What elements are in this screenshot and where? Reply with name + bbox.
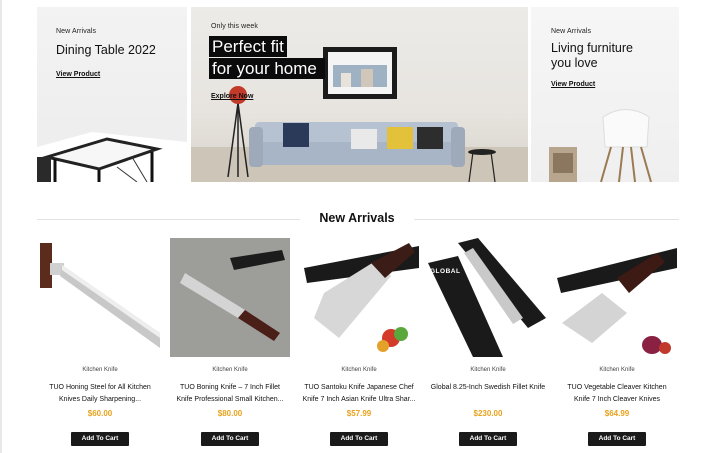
page-left-border: [0, 0, 2, 453]
section-divider-left: [37, 219, 300, 220]
banner-title-line1: Perfect fit: [209, 36, 287, 57]
product-category: Kitchen Knife: [341, 367, 377, 373]
product-category: Kitchen Knife: [212, 367, 248, 373]
product-name[interactable]: TUO Santoku Knife Japanese Chef Knife 7 …: [301, 382, 417, 406]
product-image[interactable]: [299, 238, 419, 357]
product-category: Kitchen Knife: [82, 367, 118, 373]
chair-image: [549, 109, 652, 182]
product-image[interactable]: [170, 238, 290, 357]
explore-now-link[interactable]: Explore Now: [211, 93, 253, 100]
product-price: $60.00: [87, 409, 113, 418]
add-to-cart-button[interactable]: Add To Cart: [201, 432, 259, 446]
add-to-cart-button[interactable]: Add To Cart: [330, 432, 388, 446]
section-title: New Arrivals: [319, 211, 395, 225]
product-image[interactable]: [557, 238, 677, 357]
product-price: $230.00: [473, 409, 503, 418]
product-card[interactable]: Kitchen Knife TUO Vegetable Cleaver Kitc…: [557, 238, 677, 450]
global-brand-text: GLOBAL: [430, 268, 461, 275]
banner-dining-table[interactable]: New Arrivals Dining Table 2022 View Prod…: [37, 7, 187, 182]
product-category: Kitchen Knife: [599, 367, 635, 373]
product-price: $57.99: [346, 409, 372, 418]
product-price: $64.99: [604, 409, 630, 418]
product-card[interactable]: GLOBAL Kitchen Knife Global 8.25-Inch Sw…: [428, 238, 548, 450]
banner-perfect-fit[interactable]: Only this week Perfect fit for your home…: [191, 7, 528, 182]
product-card[interactable]: Kitchen Knife TUO Santoku Knife Japanese…: [299, 238, 419, 450]
product-price: $80.00: [217, 409, 243, 418]
product-card[interactable]: Kitchen Knife TUO Honing Steel for All K…: [40, 238, 160, 450]
banner-kicker: Only this week: [211, 23, 258, 30]
product-card[interactable]: Kitchen Knife TUO Boning Knife – 7 Inch …: [170, 238, 290, 450]
product-category: Kitchen Knife: [470, 367, 506, 373]
product-name[interactable]: Global 8.25-Inch Swedish Fillet Knife: [430, 382, 546, 406]
add-to-cart-button[interactable]: Add To Cart: [459, 432, 517, 446]
section-divider-right: [414, 219, 679, 220]
product-name[interactable]: TUO Vegetable Cleaver Kitchen Knife 7 In…: [559, 382, 675, 406]
add-to-cart-button[interactable]: Add To Cart: [71, 432, 129, 446]
banner-title-line2: for your home: [209, 58, 325, 79]
product-name[interactable]: TUO Boning Knife – 7 Inch Fillet Knife P…: [172, 382, 288, 406]
product-image[interactable]: GLOBAL: [428, 238, 548, 357]
dining-table-image: [37, 132, 187, 182]
product-image[interactable]: [40, 238, 160, 357]
add-to-cart-button[interactable]: Add To Cart: [588, 432, 646, 446]
product-name[interactable]: TUO Honing Steel for All Kitchen Knives …: [42, 382, 158, 406]
banner-living-furniture[interactable]: New Arrivals Living furniture you love V…: [531, 7, 679, 182]
